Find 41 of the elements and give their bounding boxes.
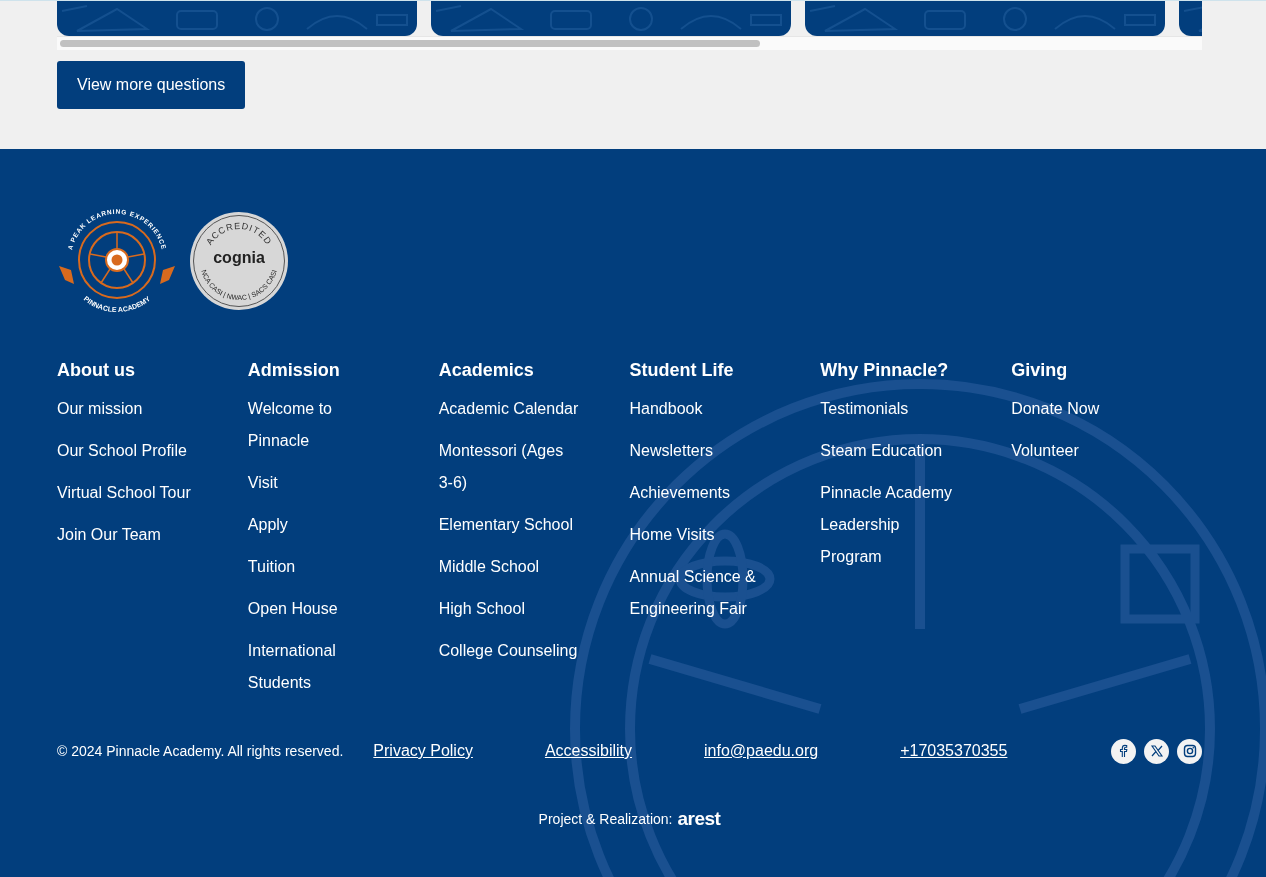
- footer-link[interactable]: Academic Calendar: [438, 393, 580, 425]
- footer-link[interactable]: Home Visits: [629, 519, 771, 551]
- footer-link[interactable]: Achievements: [629, 477, 771, 509]
- footer-link[interactable]: Our School Profile: [57, 435, 198, 467]
- footer-link[interactable]: Apply: [247, 509, 389, 541]
- footer-link[interactable]: Donate Now: [1011, 393, 1153, 425]
- footer-link[interactable]: Visit: [247, 467, 389, 499]
- column-heading: Admission: [247, 359, 341, 381]
- footer-link[interactable]: Handbook: [629, 393, 771, 425]
- view-more-button[interactable]: View more questions: [57, 61, 246, 109]
- footer-link[interactable]: Our mission: [57, 393, 198, 425]
- column-heading: Why Pinnacle?: [820, 359, 950, 381]
- footer-link[interactable]: Testimonials: [820, 393, 962, 425]
- footer-link[interactable]: Virtual School Tour: [57, 477, 198, 509]
- footer-link[interactable]: Middle School: [438, 551, 580, 583]
- footer-link[interactable]: Volunteer: [1011, 435, 1153, 467]
- footer-link[interactable]: Privacy Policy: [373, 739, 473, 763]
- brand-logo: arest: [677, 807, 721, 831]
- copyright-text: © 2024 Pinnacle Academy. All rights reserved.: [57, 741, 344, 761]
- column-heading: Student Life: [629, 359, 735, 381]
- footer-link[interactable]: +17035370355: [900, 739, 1008, 763]
- footer-link[interactable]: College Counseling: [438, 635, 580, 667]
- footer-link[interactable]: Pinnacle Academy Leadership Program: [820, 477, 962, 573]
- footer-link[interactable]: Newsletters: [629, 435, 771, 467]
- footer-link[interactable]: Accessibility: [544, 739, 633, 763]
- credit-text: Project & Realization:: [538, 809, 673, 829]
- footer-link[interactable]: High School: [438, 593, 580, 625]
- scrollbar[interactable]: [57, 36, 1202, 50]
- footer-link[interactable]: Elementary School: [438, 509, 580, 541]
- column-heading: Giving: [1011, 359, 1069, 381]
- footer-link[interactable]: International Students: [247, 635, 389, 699]
- footer-link[interactable]: Montessori (Ages 3-6): [438, 435, 580, 499]
- column-heading: Academics: [438, 359, 535, 381]
- footer-link[interactable]: Open House: [247, 593, 389, 625]
- footer-link[interactable]: Annual Science & Engineering Fair: [629, 561, 771, 625]
- footer-link[interactable]: Join Our Team: [57, 519, 198, 551]
- footer-link[interactable]: info@paedu.org: [704, 739, 819, 763]
- footer-link[interactable]: Welcome to Pinnacle: [247, 393, 389, 457]
- footer-link[interactable]: Steam Education: [820, 435, 962, 467]
- column-heading: About us: [57, 359, 136, 381]
- footer-link[interactable]: Tuition: [247, 551, 389, 583]
